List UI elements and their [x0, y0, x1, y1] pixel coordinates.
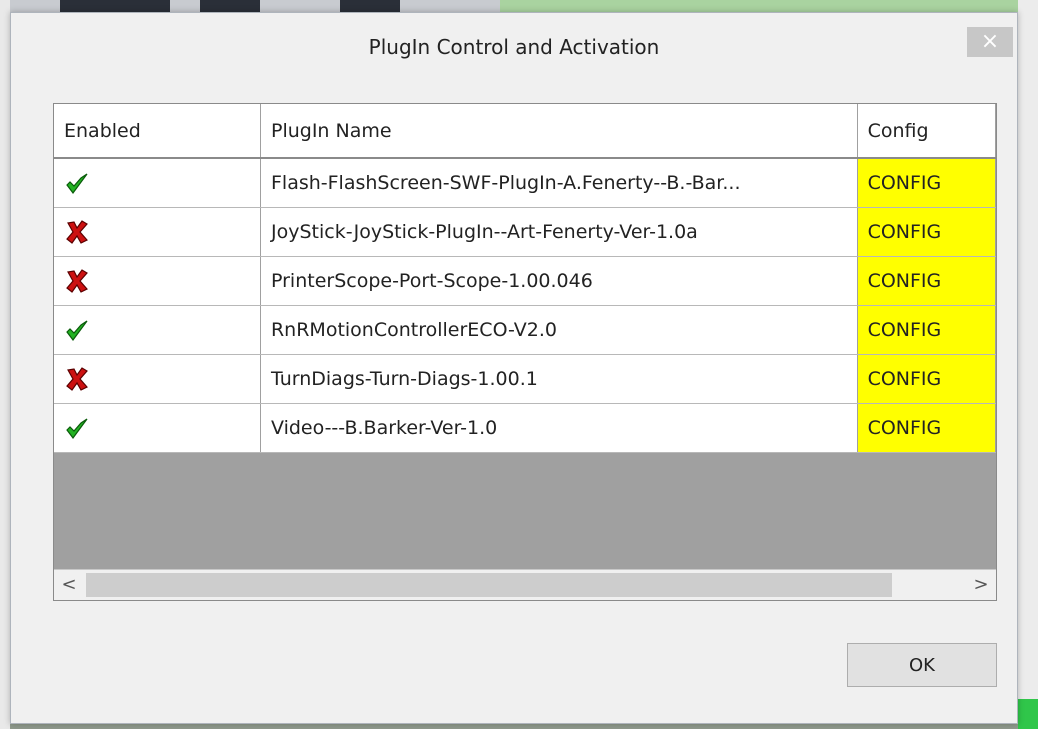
- checkmark-icon[interactable]: [64, 415, 90, 441]
- plugin-name-cell: Flash-FlashScreen-SWF-PlugIn-A.Fenerty--…: [260, 158, 858, 208]
- background-green-corner: [1018, 699, 1038, 729]
- plugin-name-cell: Video---B.Barker-Ver-1.0: [260, 403, 858, 453]
- enabled-cell[interactable]: [54, 354, 261, 404]
- plugin-name-cell: RnRMotionControllerECO-V2.0: [260, 305, 858, 355]
- enabled-cell[interactable]: [54, 403, 261, 453]
- close-button[interactable]: ×: [967, 27, 1013, 57]
- dialog-title: PlugIn Control and Activation: [368, 35, 660, 59]
- enabled-cell[interactable]: [54, 256, 261, 306]
- table-row[interactable]: TurnDiags-Turn-Diags-1.00.1 CONFIG: [54, 354, 996, 404]
- plugin-table: Enabled PlugIn Name Config Flash-FlashSc…: [54, 104, 996, 453]
- table-row[interactable]: Flash-FlashScreen-SWF-PlugIn-A.Fenerty--…: [54, 158, 996, 208]
- config-button[interactable]: CONFIG: [857, 256, 996, 306]
- config-button[interactable]: CONFIG: [857, 305, 996, 355]
- config-button[interactable]: CONFIG: [857, 158, 996, 208]
- scroll-left-arrow-icon[interactable]: <: [54, 570, 84, 600]
- table-row[interactable]: JoyStick-JoyStick-PlugIn--Art-Fenerty-Ve…: [54, 207, 996, 257]
- column-header-config[interactable]: Config: [857, 104, 996, 159]
- config-button[interactable]: CONFIG: [857, 207, 996, 257]
- ok-button[interactable]: OK: [847, 643, 997, 687]
- config-button[interactable]: CONFIG: [857, 403, 996, 453]
- column-header-enabled[interactable]: Enabled: [54, 104, 261, 159]
- plugin-control-dialog: PlugIn Control and Activation × Enabled …: [10, 12, 1018, 724]
- scrollbar-thumb[interactable]: [86, 573, 892, 597]
- checkmark-icon[interactable]: [64, 317, 90, 343]
- plugin-grid[interactable]: Enabled PlugIn Name Config Flash-FlashSc…: [53, 103, 997, 601]
- red-x-icon[interactable]: [64, 219, 90, 245]
- close-icon: ×: [980, 29, 1000, 54]
- plugin-name-cell: TurnDiags-Turn-Diags-1.00.1: [260, 354, 858, 404]
- config-button[interactable]: CONFIG: [857, 354, 996, 404]
- scroll-right-arrow-icon[interactable]: >: [966, 570, 996, 600]
- background-strip: [0, 0, 10, 729]
- enabled-cell[interactable]: [54, 207, 261, 257]
- background-strip: [1018, 0, 1038, 729]
- checkmark-icon[interactable]: [64, 170, 90, 196]
- red-x-icon[interactable]: [64, 366, 90, 392]
- enabled-cell[interactable]: [54, 158, 261, 208]
- red-x-icon[interactable]: [64, 268, 90, 294]
- plugin-name-cell: JoyStick-JoyStick-PlugIn--Art-Fenerty-Ve…: [260, 207, 858, 257]
- horizontal-scrollbar[interactable]: < >: [54, 569, 996, 600]
- column-header-plugin-name[interactable]: PlugIn Name: [260, 104, 858, 159]
- table-row[interactable]: Video---B.Barker-Ver-1.0 CONFIG: [54, 403, 996, 453]
- enabled-cell[interactable]: [54, 305, 261, 355]
- header-row: Enabled PlugIn Name Config: [54, 104, 996, 159]
- table-row[interactable]: RnRMotionControllerECO-V2.0 CONFIG: [54, 305, 996, 355]
- table-row[interactable]: PrinterScope-Port-Scope-1.00.046 CONFIG: [54, 256, 996, 306]
- plugin-name-cell: PrinterScope-Port-Scope-1.00.046: [260, 256, 858, 306]
- title-bar[interactable]: PlugIn Control and Activation ×: [11, 13, 1017, 77]
